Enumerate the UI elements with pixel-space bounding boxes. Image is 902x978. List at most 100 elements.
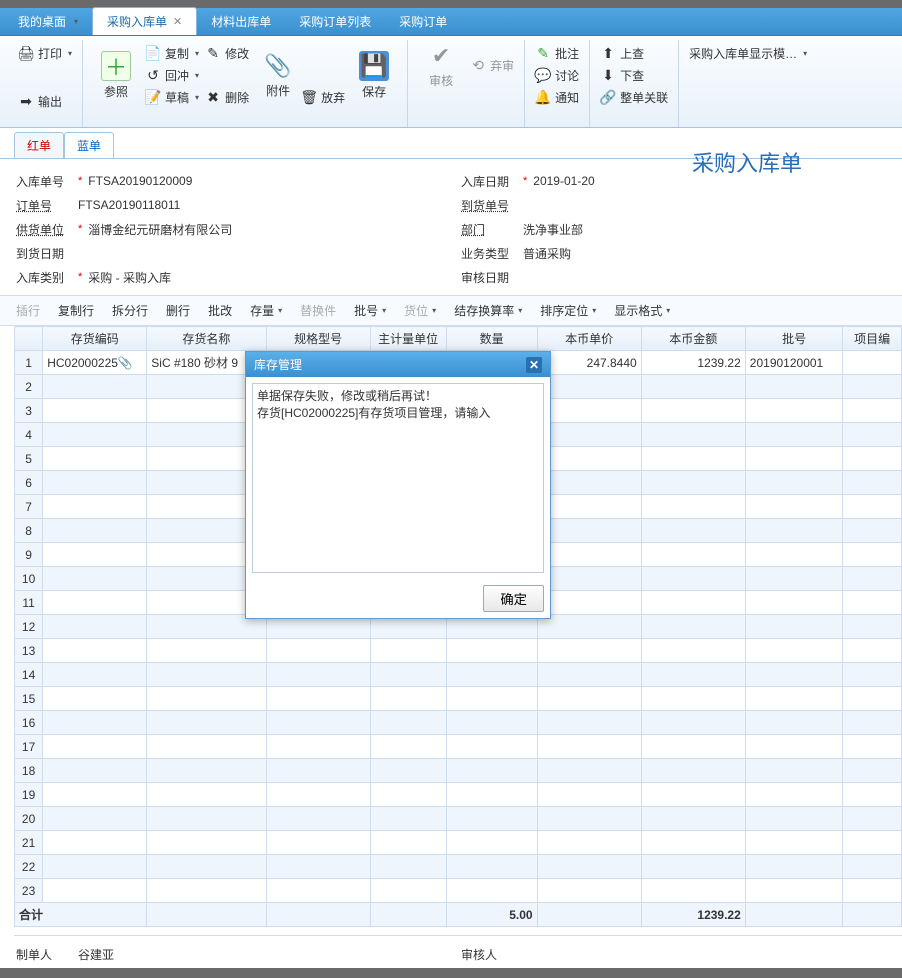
up-button[interactable]: ⬆上查 bbox=[600, 42, 668, 64]
grid-toolbar: 插行 复制行 拆分行 删行 批改 存量▾ 替换件 批号▾ 货位▾ 结存换算率▾ … bbox=[0, 295, 902, 326]
convert-button[interactable]: 结存换算率▾ bbox=[446, 300, 530, 321]
printer-icon: 🖨 bbox=[18, 45, 34, 61]
reject-icon: ⟲ bbox=[470, 58, 486, 74]
undo-icon: ↺ bbox=[145, 67, 161, 83]
tab-bar: 我的桌面▾ 采购入库单✕ 材料出库单 采购订单列表 采购订单 bbox=[0, 8, 902, 36]
label-arrive-no: 到货单号 bbox=[461, 197, 517, 214]
table-row[interactable]: 14 bbox=[15, 663, 902, 687]
doctab-red[interactable]: 红单 bbox=[14, 132, 64, 158]
table-row[interactable]: 23 bbox=[15, 879, 902, 903]
col-amount[interactable]: 本币金额 bbox=[641, 327, 745, 351]
stock-button[interactable]: 存量▾ bbox=[242, 300, 290, 321]
copy-row-button[interactable]: 复制行 bbox=[50, 300, 102, 321]
table-row[interactable]: 16 bbox=[15, 711, 902, 735]
table-row[interactable]: 20 bbox=[15, 807, 902, 831]
dialog-ok-button[interactable]: 确定 bbox=[483, 585, 544, 612]
attach-icon: 📎 bbox=[264, 52, 292, 80]
tab-po[interactable]: 采购订单 bbox=[385, 8, 461, 35]
table-row[interactable]: 21 bbox=[15, 831, 902, 855]
table-row[interactable]: 13 bbox=[15, 639, 902, 663]
value-in-no[interactable]: FTSA20190120009 bbox=[88, 174, 192, 188]
value-in-type[interactable]: 采购 - 采购入库 bbox=[88, 269, 171, 286]
attach-button[interactable]: 📎附件 bbox=[255, 52, 301, 99]
value-order-no[interactable]: FTSA20190118011 bbox=[78, 198, 180, 212]
value-in-date[interactable]: 2019-01-20 bbox=[533, 174, 594, 188]
label-in-type: 入库类别 bbox=[16, 269, 72, 286]
draft-icon: 📝 bbox=[145, 89, 161, 105]
print-button[interactable]: 🖨打印▾ bbox=[18, 42, 72, 64]
disp-button[interactable]: 显示格式▾ bbox=[606, 300, 678, 321]
tab-material-out[interactable]: 材料出库单 bbox=[197, 8, 285, 35]
value-dept[interactable]: 洗净事业部 bbox=[523, 221, 583, 238]
label-auditor: 审核人 bbox=[461, 946, 517, 963]
discard-button[interactable]: 🗑放弃 bbox=[301, 86, 345, 108]
notify-button[interactable]: 🔔通知 bbox=[535, 86, 579, 108]
loc-button[interactable]: 货位▾ bbox=[396, 300, 444, 321]
col-qty[interactable]: 数量 bbox=[446, 327, 537, 351]
audit-button[interactable]: ✔ 审核 bbox=[418, 42, 464, 89]
save-button[interactable]: 💾 保存 bbox=[351, 51, 397, 100]
ribbon: 🖨打印▾ ➡输出 ＋ 参照 📄复制▾ ↺回冲▾ 📝草稿▾ ✎修改 ✖删除 bbox=[0, 36, 902, 128]
col-project[interactable]: 项目编 bbox=[843, 327, 902, 351]
col-inv-name[interactable]: 存货名称 bbox=[147, 327, 266, 351]
col-spec[interactable]: 规格型号 bbox=[266, 327, 370, 351]
insert-row-button[interactable]: 插行 bbox=[8, 300, 48, 321]
split-row-button[interactable]: 拆分行 bbox=[104, 300, 156, 321]
draft-button[interactable]: 📝草稿▾ bbox=[145, 86, 199, 108]
link-button[interactable]: 🔗整单关联 bbox=[600, 86, 668, 108]
table-row[interactable]: 15 bbox=[15, 687, 902, 711]
pencil-icon: ✎ bbox=[205, 45, 221, 61]
reference-button[interactable]: ＋ 参照 bbox=[93, 51, 139, 100]
discard-icon: 🗑 bbox=[301, 89, 317, 105]
table-row[interactable]: 22 bbox=[15, 855, 902, 879]
col-batch[interactable]: 批号 bbox=[745, 327, 843, 351]
delete-button[interactable]: ✖删除 bbox=[205, 86, 249, 108]
copy-button[interactable]: 📄复制▾ bbox=[145, 42, 199, 64]
tab-desktop[interactable]: 我的桌面▾ bbox=[4, 8, 92, 35]
dialog-close-button[interactable]: ✕ bbox=[526, 357, 542, 373]
attach-icon: 📎 bbox=[118, 356, 130, 370]
table-row[interactable]: 17 bbox=[15, 735, 902, 759]
discuss-icon: 💬 bbox=[535, 67, 551, 83]
reject-button[interactable]: ⟲弃审 bbox=[470, 55, 514, 77]
close-icon[interactable]: ✕ bbox=[173, 15, 182, 28]
table-row[interactable]: 19 bbox=[15, 783, 902, 807]
batch-mod-button[interactable]: 批改 bbox=[200, 300, 240, 321]
tab-po-list[interactable]: 采购订单列表 bbox=[285, 8, 385, 35]
delete-icon: ✖ bbox=[205, 89, 221, 105]
sort-button[interactable]: 排序定位▾ bbox=[532, 300, 604, 321]
value-supplier[interactable]: 淄博金纪元研磨材有限公司 bbox=[88, 221, 232, 238]
down-icon: ⬇ bbox=[600, 67, 616, 83]
modify-button[interactable]: ✎修改 bbox=[205, 42, 249, 64]
undo-button[interactable]: ↺回冲▾ bbox=[145, 64, 199, 86]
footer-form: 制单人谷建亚 审核人 bbox=[0, 936, 902, 972]
del-row-button[interactable]: 删行 bbox=[158, 300, 198, 321]
output-button[interactable]: ➡输出 bbox=[18, 90, 72, 112]
col-unit[interactable]: 主计量单位 bbox=[370, 327, 446, 351]
label-supplier: 供货单位 bbox=[16, 221, 72, 238]
col-price[interactable]: 本币单价 bbox=[537, 327, 641, 351]
up-icon: ⬆ bbox=[600, 45, 616, 61]
value-maker: 谷建亚 bbox=[78, 946, 114, 963]
doctab-blue[interactable]: 蓝单 bbox=[64, 132, 114, 158]
approve-button[interactable]: ✎批注 bbox=[535, 42, 579, 64]
dialog-message: 单据保存失败，修改或稍后再试！ 存货[HC02000225]有存货项目管理，请输… bbox=[252, 383, 544, 573]
copy-icon: 📄 bbox=[145, 45, 161, 61]
display-mode-button[interactable]: 采购入库单显示模…▾ bbox=[689, 42, 807, 64]
label-in-no: 入库单号 bbox=[16, 173, 72, 190]
dialog-title: 库存管理 bbox=[254, 356, 302, 373]
down-button[interactable]: ⬇下查 bbox=[600, 64, 668, 86]
link-icon: 🔗 bbox=[600, 89, 616, 105]
label-biz-type: 业务类型 bbox=[461, 245, 517, 262]
col-inv-code[interactable]: 存货编码 bbox=[43, 327, 147, 351]
discuss-button[interactable]: 💬讨论 bbox=[535, 64, 579, 86]
check-icon: ✔ bbox=[427, 42, 455, 70]
value-biz-type[interactable]: 普通采购 bbox=[523, 245, 571, 262]
label-maker: 制单人 bbox=[16, 946, 72, 963]
table-row[interactable]: 18 bbox=[15, 759, 902, 783]
batch-no-button[interactable]: 批号▾ bbox=[346, 300, 394, 321]
tab-purchase-in[interactable]: 采购入库单✕ bbox=[92, 7, 197, 35]
replace-button[interactable]: 替换件 bbox=[292, 300, 344, 321]
label-arrive-date: 到货日期 bbox=[16, 245, 72, 262]
plus-icon: ＋ bbox=[101, 51, 131, 81]
